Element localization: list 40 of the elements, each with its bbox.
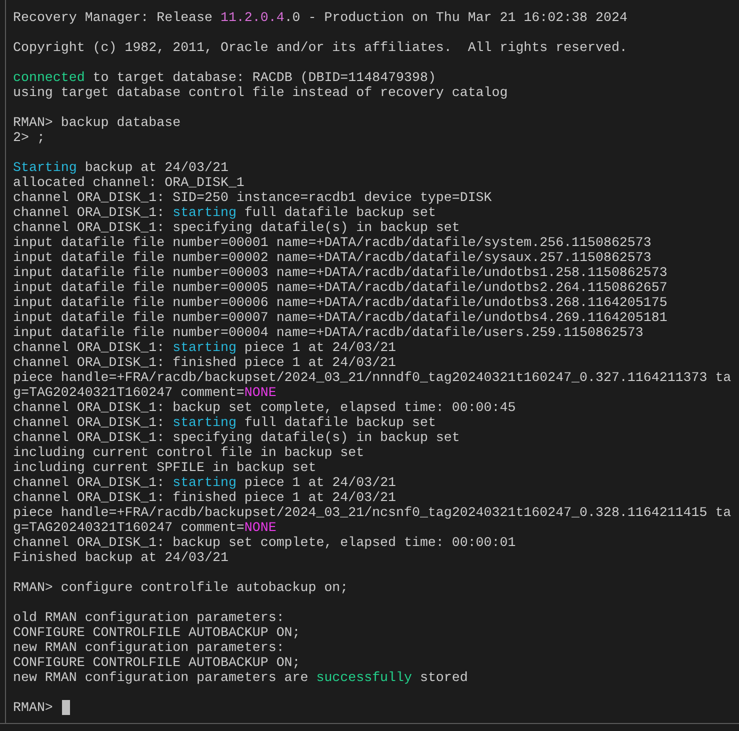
terminal-line: RMAN> <box>13 700 53 715</box>
terminal-line: channel ORA_DISK_1: starting piece 1 at 24/03/21 <box>13 340 396 355</box>
terminal-line: channel ORA_DISK_1: starting piece 1 at 24/03/21 <box>13 475 396 490</box>
terminal-line: allocated channel: ORA_DISK_1 <box>13 175 244 190</box>
terminal-line: channel ORA_DISK_1: specifying datafile(s) in backup set <box>13 430 460 445</box>
terminal-line: input datafile file number=00003 name=+DATA/racdb/datafile/undotbs1.258.1150862573 <box>13 265 668 280</box>
terminal-line: input datafile file number=00001 name=+DATA/racdb/datafile/system.256.1150862573 <box>13 235 652 250</box>
terminal-line: channel ORA_DISK_1: SID=250 instance=racdb1 device type=DISK <box>13 190 492 205</box>
terminal-line: input datafile file number=00004 name=+DATA/racdb/datafile/users.259.1150862573 <box>13 325 644 340</box>
terminal-line: CONFIGURE CONTROLFILE AUTOBACKUP ON; <box>13 655 300 670</box>
terminal-line: Finished backup at 24/03/21 <box>13 550 228 565</box>
terminal-line: channel ORA_DISK_1: starting full datafile backup set <box>13 205 436 220</box>
terminal-line: CONFIGURE CONTROLFILE AUTOBACKUP ON; <box>13 625 300 640</box>
terminal-line: channel ORA_DISK_1: starting full datafile backup set <box>13 415 436 430</box>
terminal-line: new RMAN configuration parameters are successfully stored <box>13 670 468 685</box>
terminal-line: RMAN> backup database <box>13 115 181 130</box>
terminal-line: including current SPFILE in backup set <box>13 460 316 475</box>
terminal-line: channel ORA_DISK_1: backup set complete, elapsed time: 00:00:01 <box>13 535 516 550</box>
terminal-line: using target database control file instead of recovery catalog <box>13 85 508 100</box>
terminal-line: g=TAG20240321T160247 comment=NONE <box>13 385 276 400</box>
terminal-line: Copyright (c) 1982, 2011, Oracle and/or its affiliates. All rights reserved. <box>13 40 628 55</box>
terminal-line: channel ORA_DISK_1: finished piece 1 at 24/03/21 <box>13 355 396 370</box>
terminal-line: 2> ; <box>13 130 45 145</box>
terminal-line: RMAN> configure controlfile autobackup on; <box>13 580 348 595</box>
terminal-line: piece handle=+FRA/racdb/backupset/2024_03_21/ncsnf0_tag20240321t160247_0.328.1164211415 ta <box>13 505 732 520</box>
terminal-line: input datafile file number=00002 name=+DATA/racdb/datafile/sysaux.257.1150862573 <box>13 250 652 265</box>
terminal-line: channel ORA_DISK_1: finished piece 1 at 24/03/21 <box>13 490 396 505</box>
terminal-line: input datafile file number=00006 name=+DATA/racdb/datafile/undotbs3.268.1164205175 <box>13 295 668 310</box>
terminal-line: channel ORA_DISK_1: backup set complete, elapsed time: 00:00:45 <box>13 400 516 415</box>
terminal-line: Recovery Manager: Release 11.2.0.4.0 - Production on Thu Mar 21 16:02:38 2024 <box>13 10 628 25</box>
terminal-line: new RMAN configuration parameters: <box>13 640 284 655</box>
terminal-line: connected to target database: RACDB (DBID=1148479398) <box>13 70 436 85</box>
terminal-line: g=TAG20240321T160247 comment=NONE <box>13 520 276 535</box>
terminal-line: channel ORA_DISK_1: specifying datafile(s) in backup set <box>13 220 460 235</box>
terminal-line: input datafile file number=00005 name=+DATA/racdb/datafile/undotbs2.264.1150862657 <box>13 280 668 295</box>
terminal-line: Starting backup at 24/03/21 <box>13 160 228 175</box>
terminal-line: including current control file in backup set <box>13 445 364 460</box>
terminal-line: piece handle=+FRA/racdb/backupset/2024_03_21/nnndf0_tag20240321t160247_0.327.1164211373 ta <box>13 370 732 385</box>
terminal-line: old RMAN configuration parameters: <box>13 610 284 625</box>
terminal-line: input datafile file number=00007 name=+DATA/racdb/datafile/undotbs4.269.1164205181 <box>13 310 668 325</box>
